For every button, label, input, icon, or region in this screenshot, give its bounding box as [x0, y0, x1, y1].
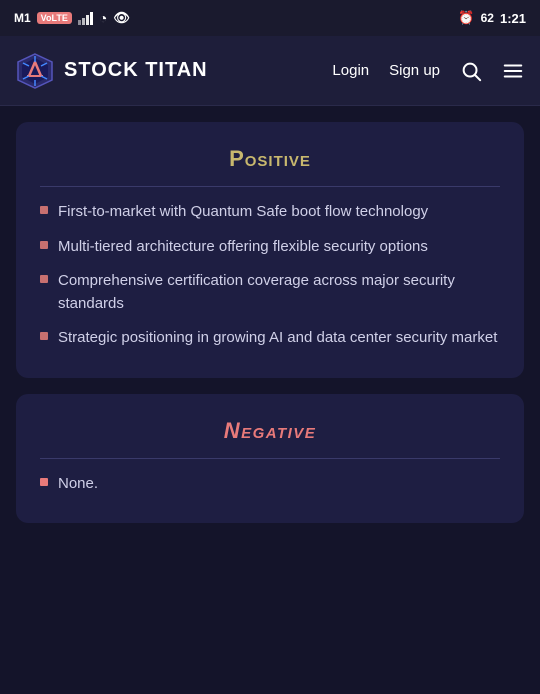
positive-list: First-to-market with Quantum Safe boot f…	[40, 201, 500, 350]
logo-area: STOCK TITAN	[16, 52, 322, 90]
list-item: Strategic positioning in growing AI and …	[40, 327, 500, 350]
signup-link[interactable]: Sign up	[389, 62, 440, 79]
bullet-icon	[40, 478, 48, 486]
signal-icon	[78, 12, 93, 25]
app-header: STOCK TITAN Login Sign up	[0, 36, 540, 106]
logo-icon	[16, 52, 54, 90]
list-item: First-to-market with Quantum Safe boot f…	[40, 201, 500, 224]
negative-card: Negative None.	[16, 394, 524, 524]
list-item: Comprehensive certification coverage acr…	[40, 270, 500, 315]
status-right: ⏰ 62 1:21	[458, 10, 526, 26]
status-left: M1 VoLTE ◔ 👁	[14, 10, 130, 26]
list-item: Multi-tiered architecture offering flexi…	[40, 236, 500, 259]
negative-title: Negative	[40, 418, 500, 459]
search-icon[interactable]	[460, 60, 482, 82]
login-link[interactable]: Login	[332, 62, 369, 79]
battery-icon: 62	[481, 11, 494, 25]
status-bar: M1 VoLTE ◔ 👁 ⏰ 62 1:21	[0, 0, 540, 36]
negative-list: None.	[40, 473, 500, 496]
wifi-icon: ◔	[99, 10, 107, 26]
carrier-label: M1	[14, 11, 31, 25]
list-item: None.	[40, 473, 500, 496]
nav-links: Login Sign up	[332, 60, 524, 82]
time-display: 1:21	[500, 11, 526, 26]
main-content: Positive First-to-market with Quantum Sa…	[0, 106, 540, 694]
extra-icon: 👁	[113, 10, 130, 26]
positive-card: Positive First-to-market with Quantum Sa…	[16, 122, 524, 378]
bullet-icon	[40, 241, 48, 249]
brand-name: STOCK TITAN	[64, 59, 208, 82]
positive-title: Positive	[40, 146, 500, 187]
volte-badge: VoLTE	[37, 12, 72, 24]
bullet-icon	[40, 206, 48, 214]
menu-icon[interactable]	[502, 60, 524, 82]
alarm-icon: ⏰	[458, 10, 474, 26]
bullet-icon	[40, 275, 48, 283]
bullet-icon	[40, 332, 48, 340]
